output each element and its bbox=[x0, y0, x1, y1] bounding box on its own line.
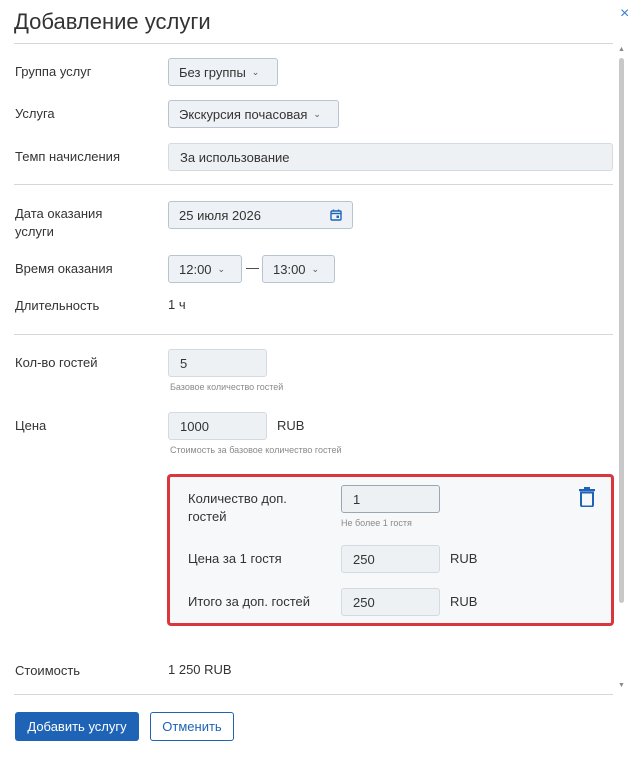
scrollbar[interactable]: ▲ ▼ bbox=[616, 44, 626, 694]
cost-label: Стоимость bbox=[15, 663, 81, 678]
close-icon[interactable]: × bbox=[620, 6, 629, 22]
chevron-down-icon: ⌄ bbox=[217, 263, 226, 274]
duration-value: 1 ч bbox=[168, 297, 186, 312]
chevron-down-icon: ⌄ bbox=[313, 108, 321, 119]
extra-guest-price-unit: RUB bbox=[450, 551, 478, 566]
charge-rate-label: Темп начисления bbox=[15, 149, 120, 164]
chevron-down-icon: ⌄ bbox=[311, 263, 320, 274]
price-hint: Стоимость за базовое количество гостей bbox=[170, 445, 342, 455]
dialog-title: Добавление услуги bbox=[14, 9, 211, 34]
scroll-down-arrow-icon[interactable]: ▼ bbox=[618, 682, 625, 689]
price-unit: RUB bbox=[277, 418, 305, 433]
add-service-dialog: Добавление услуги × Группа услуг Без гру… bbox=[0, 0, 643, 758]
extra-guests-total-input: 250 bbox=[341, 588, 440, 616]
duration-label: Длительность bbox=[15, 298, 100, 313]
date-picker[interactable]: 25 июля 2026 bbox=[168, 201, 353, 229]
extra-guests-count-label: Количество доп. гостей bbox=[188, 491, 287, 524]
service-select[interactable]: Экскурсия почасовая ⌄ bbox=[168, 100, 339, 128]
time-to-value: 13:00 bbox=[273, 261, 306, 277]
extra-guests-count-input[interactable]: 1 bbox=[341, 485, 440, 513]
add-service-button[interactable]: Добавить услугу bbox=[15, 712, 139, 741]
guests-label: Кол-во гостей bbox=[15, 355, 98, 370]
extra-guest-price-label: Цена за 1 гостя bbox=[188, 551, 282, 566]
service-group-select[interactable]: Без группы ⌄ bbox=[168, 58, 278, 86]
extra-guests-count-hint: Не более 1 гостя bbox=[341, 518, 412, 528]
time-range-dash: — bbox=[246, 260, 259, 275]
service-label: Услуга bbox=[15, 106, 55, 121]
extra-guest-price-input: 250 bbox=[341, 545, 440, 573]
divider bbox=[14, 334, 613, 335]
cancel-button[interactable]: Отменить bbox=[150, 712, 234, 741]
time-to-select[interactable]: 13:00 ⌄ bbox=[262, 255, 335, 283]
cost-value: 1 250 RUB bbox=[168, 662, 232, 677]
service-group-label: Группа услуг bbox=[15, 64, 92, 79]
guests-hint: Базовое количество гостей bbox=[170, 382, 284, 392]
divider bbox=[14, 43, 613, 44]
charge-rate-field: За использование bbox=[168, 143, 613, 171]
time-from-select[interactable]: 12:00 ⌄ bbox=[168, 255, 242, 283]
chevron-down-icon: ⌄ bbox=[251, 66, 260, 77]
price-label: Цена bbox=[15, 418, 47, 433]
divider bbox=[14, 694, 613, 695]
calendar-icon[interactable] bbox=[330, 209, 342, 221]
time-from-value: 12:00 bbox=[179, 261, 212, 277]
divider bbox=[14, 184, 613, 185]
extra-guests-total-label: Итого за доп. гостей bbox=[188, 594, 311, 609]
guests-input[interactable]: 5 bbox=[168, 349, 267, 377]
trash-icon[interactable] bbox=[578, 487, 596, 507]
time-label: Время оказания bbox=[15, 261, 113, 276]
scrollbar-thumb[interactable] bbox=[619, 58, 624, 603]
price-input[interactable]: 1000 bbox=[168, 412, 267, 440]
date-value: 25 июля 2026 bbox=[179, 207, 261, 223]
scroll-up-arrow-icon[interactable]: ▲ bbox=[618, 46, 625, 53]
extra-guests-total-unit: RUB bbox=[450, 594, 478, 609]
service-value: Экскурсия почасовая bbox=[179, 106, 308, 122]
service-group-value: Без группы bbox=[179, 64, 246, 80]
date-label: Дата оказания услуги bbox=[15, 206, 103, 239]
